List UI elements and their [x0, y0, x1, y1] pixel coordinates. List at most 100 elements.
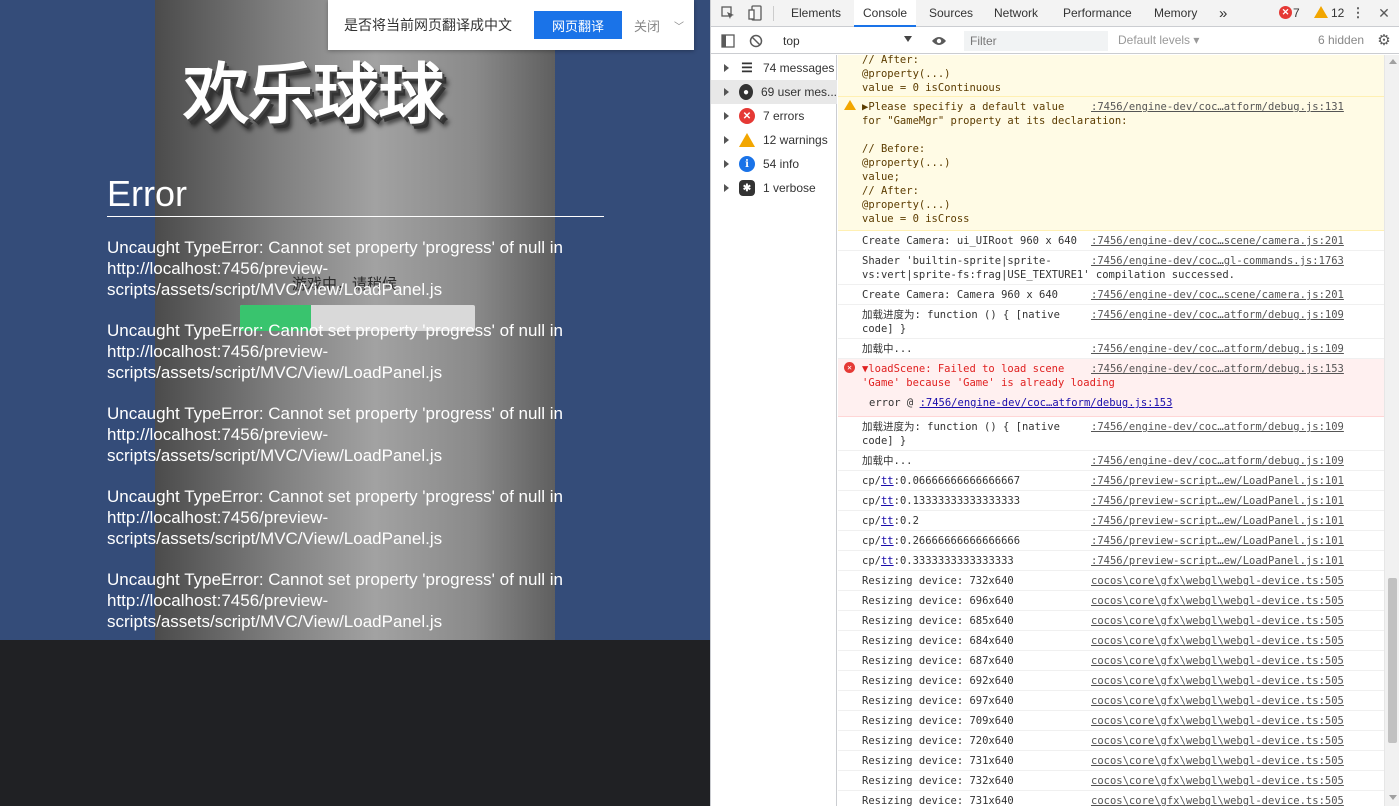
- tab-console[interactable]: Console: [854, 0, 917, 27]
- sidebar-toggle-icon[interactable]: [720, 33, 736, 49]
- inspect-element-icon[interactable]: [720, 5, 736, 21]
- console-log-row[interactable]: cp/tt:0.26666666666666666 :7456/preview-…: [838, 531, 1384, 551]
- tab-memory[interactable]: Memory: [1146, 0, 1205, 27]
- source-link[interactable]: :7456/preview-script…ew/LoadPanel.js:101: [1091, 474, 1344, 488]
- console-log-row[interactable]: Create Camera: ui_UIRoot 960 x 640 :7456…: [838, 231, 1384, 251]
- filter-input[interactable]: [964, 31, 1108, 51]
- console-log-row[interactable]: 加载进度为: function () { [native code] } :74…: [838, 417, 1384, 451]
- source-link[interactable]: cocos\core\gfx\webgl\webgl-device.ts:505: [1091, 774, 1344, 788]
- source-link[interactable]: :7456/engine-dev/coc…atform/debug.js:131: [1091, 100, 1344, 114]
- list-icon: ☰: [741, 60, 753, 75]
- source-link[interactable]: cocos\core\gfx\webgl\webgl-device.ts:505: [1091, 654, 1344, 668]
- console-log-row[interactable]: Resizing device: 697x640 cocos\core\gfx\w…: [838, 691, 1384, 711]
- close-button[interactable]: 关闭: [634, 16, 660, 35]
- sidebar-item-verbose[interactable]: ✱ 1 verbose: [711, 176, 837, 200]
- source-link[interactable]: :7456/engine-dev/coc…atform/debug.js:109: [1091, 420, 1344, 434]
- tab-sources[interactable]: Sources: [921, 0, 981, 27]
- console-log-row[interactable]: Resizing device: 731x640 cocos\core\gfx\w…: [838, 751, 1384, 771]
- sidebar-item-warnings[interactable]: 12 warnings: [711, 128, 837, 152]
- error-count[interactable]: 7: [1293, 6, 1300, 20]
- console-log-row[interactable]: 加载中... :7456/engine-dev/coc…atform/debug…: [838, 451, 1384, 471]
- source-link[interactable]: cocos\core\gfx\webgl\webgl-device.ts:505: [1091, 794, 1344, 806]
- translate-button[interactable]: 网页翻译: [534, 11, 622, 39]
- console-log-row[interactable]: cp/tt:0.2 :7456/preview-script…ew/LoadPa…: [838, 511, 1384, 531]
- source-link[interactable]: cocos\core\gfx\webgl\webgl-device.ts:505: [1091, 754, 1344, 768]
- console-log-row[interactable]: cp/tt:0.06666666666666667 :7456/preview-…: [838, 471, 1384, 491]
- tab-performance[interactable]: Performance: [1055, 0, 1140, 27]
- console-log-row[interactable]: Create Camera: Camera 960 x 640 :7456/en…: [838, 285, 1384, 305]
- chevron-down-icon[interactable]: ﹀: [674, 18, 684, 33]
- console-log-row[interactable]: Shader 'builtin-sprite|sprite- vs:vert|s…: [838, 251, 1384, 285]
- source-link[interactable]: :7456/engine-dev/coc…atform/debug.js:109: [1091, 342, 1344, 356]
- source-link[interactable]: :7456/preview-script…ew/LoadPanel.js:101: [1091, 494, 1344, 508]
- device-toolbar-icon[interactable]: [747, 5, 763, 21]
- context-select[interactable]: top: [777, 31, 917, 51]
- source-link[interactable]: cocos\core\gfx\webgl\webgl-device.ts:505: [1091, 634, 1344, 648]
- error-overlay: Error Uncaught TypeError: Cannot set pro…: [107, 172, 604, 632]
- source-link[interactable]: cocos\core\gfx\webgl\webgl-device.ts:505: [1091, 594, 1344, 608]
- sidebar-item-user-messages[interactable]: ● 69 user mes...: [711, 80, 837, 104]
- console-log-row[interactable]: Resizing device: 687x640 cocos\core\gfx\w…: [838, 651, 1384, 671]
- console-log-row[interactable]: Resizing device: 692x640 cocos\core\gfx\w…: [838, 671, 1384, 691]
- kebab-menu-icon[interactable]: ⋮: [1350, 5, 1366, 21]
- source-link[interactable]: cocos\core\gfx\webgl\webgl-device.ts:505: [1091, 614, 1344, 628]
- source-link[interactable]: cocos\core\gfx\webgl\webgl-device.ts:505: [1091, 674, 1344, 688]
- source-link[interactable]: :7456/engine-dev/coc…scene/camera.js:201: [1091, 288, 1344, 302]
- console-log-row[interactable]: Resizing device: 731x640 cocos\core\gfx\w…: [838, 791, 1384, 806]
- source-link[interactable]: :7456/preview-script…ew/LoadPanel.js:101: [1091, 554, 1344, 568]
- console-error-row[interactable]: ✕ ▼loadScene: Failed to load scene 'Game…: [838, 359, 1384, 417]
- source-link[interactable]: :7456/preview-script…ew/LoadPanel.js:101: [1091, 514, 1344, 528]
- sidebar-item-errors[interactable]: ✕ 7 errors: [711, 104, 837, 128]
- source-link[interactable]: cocos\core\gfx\webgl\webgl-device.ts:505: [1091, 714, 1344, 728]
- log-levels-select[interactable]: Default levels ▾: [1118, 33, 1199, 47]
- source-link[interactable]: cocos\core\gfx\webgl\webgl-device.ts:505: [1091, 694, 1344, 708]
- tab-network[interactable]: Network: [986, 0, 1046, 27]
- cp-link[interactable]: tt: [881, 495, 894, 507]
- console-message: Resizing device: 720x640: [862, 735, 1014, 747]
- console-log-row[interactable]: Resizing device: 684x640 cocos\core\gfx\w…: [838, 631, 1384, 651]
- sidebar-item-messages[interactable]: ☰ 74 messages: [711, 56, 837, 80]
- scroll-up-icon[interactable]: [1389, 59, 1397, 64]
- more-tabs-icon[interactable]: »: [1217, 0, 1229, 27]
- console-log-row[interactable]: cp/tt:0.3333333333333333 :7456/preview-s…: [838, 551, 1384, 571]
- console-log-row[interactable]: Resizing device: 709x640 cocos\core\gfx\w…: [838, 711, 1384, 731]
- console-log-row[interactable]: Resizing device: 720x640 cocos\core\gfx\w…: [838, 731, 1384, 751]
- console-warning-row[interactable]: ▶Please specifiy a default value for "Ga…: [838, 97, 1384, 231]
- source-link[interactable]: :7456/engine-dev/coc…atform/debug.js:109: [1091, 454, 1344, 468]
- scroll-down-icon[interactable]: [1389, 795, 1397, 800]
- clear-console-icon[interactable]: [748, 33, 764, 49]
- error-count-icon[interactable]: ✕: [1279, 6, 1292, 19]
- user-icon: ●: [739, 84, 753, 100]
- source-link[interactable]: :7456/engine-dev/coc…gl-commands.js:1763: [1091, 254, 1344, 268]
- eye-icon[interactable]: [931, 33, 947, 49]
- close-icon[interactable]: ✕: [1376, 5, 1392, 21]
- cp-link[interactable]: tt: [881, 475, 894, 487]
- warning-count[interactable]: 12: [1331, 6, 1344, 20]
- cp-link[interactable]: tt: [881, 535, 894, 547]
- source-link[interactable]: :7456/engine-dev/coc…atform/debug.js:153: [1091, 362, 1344, 376]
- console-log-row[interactable]: cp/tt:0.13333333333333333 :7456/preview-…: [838, 491, 1384, 511]
- console-log-row[interactable]: 加载中... :7456/engine-dev/coc…atform/debug…: [838, 339, 1384, 359]
- source-link[interactable]: cocos\core\gfx\webgl\webgl-device.ts:505: [1091, 574, 1344, 588]
- console-log-row[interactable]: Resizing device: 685x640 cocos\core\gfx\w…: [838, 611, 1384, 631]
- console-warning-row[interactable]: // After: @property(...) value = 0 isCon…: [838, 55, 1384, 97]
- console-log-row[interactable]: 加载进度为: function () { [native code] } :74…: [838, 305, 1384, 339]
- console-log-row[interactable]: Resizing device: 732x640 cocos\core\gfx\w…: [838, 771, 1384, 791]
- console-log-row[interactable]: Resizing device: 732x640 cocos\core\gfx\w…: [838, 571, 1384, 591]
- source-link[interactable]: :7456/engine-dev/coc…scene/camera.js:201: [1091, 234, 1344, 248]
- cp-prefix: cp/: [862, 475, 881, 487]
- settings-gear-icon[interactable]: ⚙: [1376, 32, 1392, 49]
- cp-link[interactable]: tt: [881, 555, 894, 567]
- warning-count-icon[interactable]: [1314, 6, 1328, 18]
- console-message: cp/tt:0.26666666666666666: [862, 534, 1087, 548]
- source-link[interactable]: :7456/engine-dev/coc…atform/debug.js:109: [1091, 308, 1344, 322]
- source-link[interactable]: :7456/preview-script…ew/LoadPanel.js:101: [1091, 534, 1344, 548]
- stack-link[interactable]: :7456/engine-dev/coc…atform/debug.js:153: [920, 397, 1173, 409]
- source-link[interactable]: cocos\core\gfx\webgl\webgl-device.ts:505: [1091, 734, 1344, 748]
- tab-elements[interactable]: Elements: [783, 0, 849, 27]
- console-scrollbar[interactable]: [1384, 55, 1399, 806]
- console-log-row[interactable]: Resizing device: 696x640 cocos\core\gfx\w…: [838, 591, 1384, 611]
- sidebar-item-info[interactable]: i 54 info: [711, 152, 837, 176]
- cp-link[interactable]: tt: [881, 515, 894, 527]
- scroll-thumb[interactable]: [1388, 578, 1397, 743]
